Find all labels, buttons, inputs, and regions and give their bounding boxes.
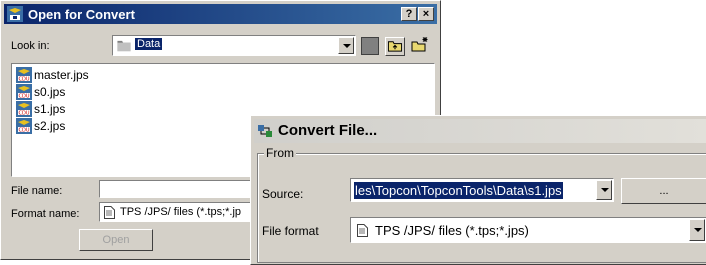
look-in-dropdown-button[interactable]: [338, 37, 354, 54]
dialog-title: Open for Convert: [28, 7, 135, 22]
convert-dialog-titlebar[interactable]: Convert File...: [254, 119, 706, 143]
svg-text:CDU: CDU: [18, 111, 29, 117]
jps-file-icon: CDU: [16, 67, 32, 83]
new-folder-icon: [411, 37, 428, 52]
file-format-value: TPS /JPS/ files (*.tps;*.jps): [375, 223, 529, 238]
file-name: s0.jps: [34, 85, 66, 99]
file-format-combo[interactable]: TPS /JPS/ files (*.tps;*.jps): [350, 217, 706, 243]
open-button-label: Open: [102, 234, 130, 246]
look-in-value: Data: [135, 38, 163, 50]
open-button[interactable]: Open: [79, 229, 153, 251]
chevron-down-icon: [343, 44, 351, 48]
source-dropdown-button[interactable]: [596, 180, 612, 200]
file-name: s2.jps: [34, 119, 66, 133]
file-name: s1.jps: [34, 102, 66, 116]
browse-button[interactable]: ...: [621, 178, 706, 204]
list-item[interactable]: CDU s2.jps: [12, 118, 212, 134]
from-group: From: [257, 146, 706, 263]
chevron-down-icon: [694, 228, 702, 232]
convert-icon: [258, 125, 272, 137]
svg-text:CDU: CDU: [18, 77, 29, 83]
file-format-dropdown-button[interactable]: [689, 219, 705, 241]
svg-text:CDU: CDU: [18, 128, 29, 134]
up-folder-icon: [387, 41, 403, 52]
source-value: les\Topcon\TopconTools\Data\s1.jps: [354, 182, 563, 199]
document-icon: [357, 224, 368, 237]
file-name: master.jps: [34, 68, 89, 82]
back-button[interactable]: [361, 37, 379, 55]
convert-file-dialog: Convert File... From Source: les\Topcon\…: [250, 115, 706, 265]
list-item[interactable]: CDU s1.jps: [12, 101, 212, 117]
browse-button-label: ...: [659, 185, 669, 197]
open-dialog-titlebar[interactable]: Open for Convert ? ×: [4, 4, 437, 24]
help-button[interactable]: ?: [401, 7, 417, 21]
file-name-label: File name:: [11, 185, 63, 197]
file-format-label: File format: [262, 224, 319, 238]
jps-file-icon: CDU: [16, 101, 32, 117]
source-label: Source:: [262, 187, 304, 201]
folder-icon: [117, 40, 131, 52]
source-combo[interactable]: les\Topcon\TopconTools\Data\s1.jps: [350, 178, 614, 202]
chevron-down-icon: [601, 188, 609, 192]
from-group-label: From: [264, 146, 296, 160]
up-one-level-button[interactable]: [385, 37, 405, 56]
convert-dialog-title: Convert File...: [278, 122, 378, 139]
list-item[interactable]: CDU s0.jps: [12, 84, 212, 100]
app-icon: [7, 6, 23, 22]
jps-file-icon: CDU: [16, 118, 32, 134]
format-name-value: TPS /JPS/ files (*.tps;*.jp: [120, 206, 242, 218]
format-name-label: Format name:: [11, 208, 80, 220]
new-folder-button[interactable]: [409, 36, 431, 56]
close-button[interactable]: ×: [418, 7, 434, 21]
look-in-combo[interactable]: Data: [112, 35, 356, 56]
document-icon: [104, 206, 115, 219]
look-in-label: Look in:: [11, 40, 50, 52]
list-item[interactable]: CDU master.jps: [12, 67, 212, 83]
jps-file-icon: CDU: [16, 84, 32, 100]
svg-text:CDU: CDU: [18, 94, 29, 100]
